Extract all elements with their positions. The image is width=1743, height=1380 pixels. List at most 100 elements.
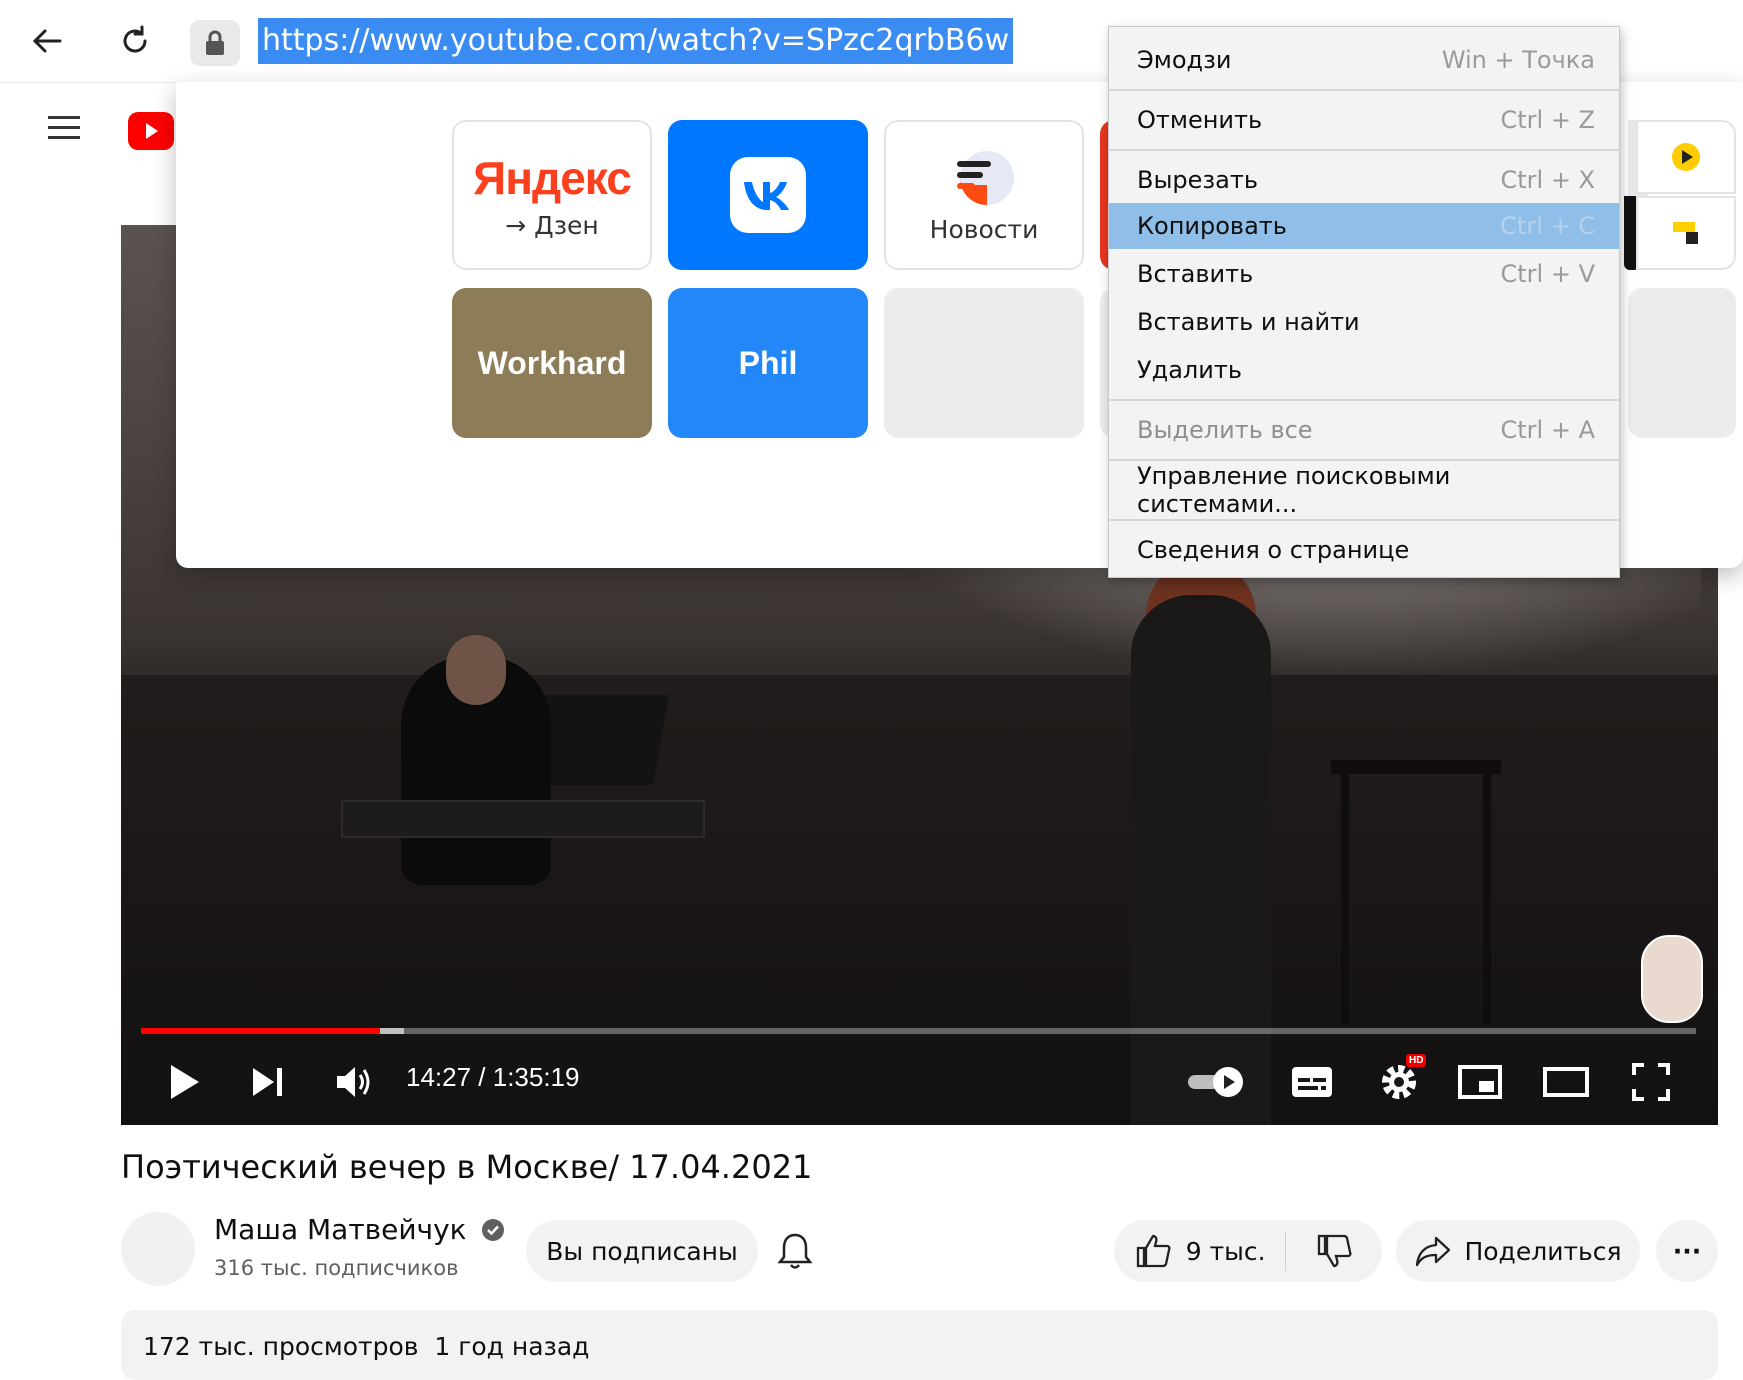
menu-item-emoji[interactable]: Эмодзи Win + Точка <box>1109 37 1619 83</box>
share-label: Поделиться <box>1464 1236 1622 1266</box>
theater-icon <box>1543 1067 1589 1097</box>
channel-name[interactable]: Маша Матвейчук <box>214 1213 505 1246</box>
address-bar-input[interactable]: https://www.youtube.com/watch?v=SPzc2qrb… <box>258 18 1014 64</box>
menu-separator <box>1109 149 1619 151</box>
stage-table <box>1331 760 1501 1034</box>
subscribed-button[interactable]: Вы подписаны <box>526 1220 758 1282</box>
speed-dial-vk[interactable] <box>668 120 868 270</box>
bell-icon <box>777 1233 813 1269</box>
performer-figure <box>1131 595 1271 1125</box>
news-logo-icon <box>957 150 1014 205</box>
menu-item-manage-search-engines[interactable]: Управление поисковыми системами... <box>1109 462 1619 518</box>
play-circle-icon <box>1672 143 1700 171</box>
menu-item-label: Сведения о странице <box>1137 536 1410 564</box>
menu-separator <box>1109 89 1619 91</box>
menu-item-shortcut: Ctrl + X <box>1500 166 1595 194</box>
volume-icon <box>337 1067 370 1097</box>
subscriber-count: 316 тыс. подписчиков <box>214 1256 459 1280</box>
share-icon <box>1416 1236 1451 1267</box>
menu-item-select-all[interactable]: Выделить все Ctrl + A <box>1109 407 1619 453</box>
menu-item-shortcut: Ctrl + V <box>1500 260 1596 288</box>
progress-played <box>141 1028 381 1034</box>
youtube-logo[interactable] <box>128 112 174 150</box>
menu-item-shortcut: Win + Точка <box>1441 46 1595 74</box>
like-button[interactable]: 9 тыс. <box>1114 1231 1287 1271</box>
menu-item-label: Выделить все <box>1137 416 1313 444</box>
menu-item-cut[interactable]: Вырезать Ctrl + X <box>1109 157 1619 203</box>
menu-hamburger-icon[interactable] <box>44 112 84 148</box>
like-dislike-group: 9 тыс. <box>1114 1220 1382 1282</box>
menu-item-label: Вставить <box>1137 260 1254 288</box>
menu-item-label: Удалить <box>1137 356 1242 384</box>
context-menu: Эмодзи Win + Точка Отменить Ctrl + Z Вырез… <box>1108 26 1620 578</box>
channel-name-text: Маша Матвейчук <box>214 1213 467 1246</box>
reload-button[interactable] <box>108 14 162 68</box>
progress-bar[interactable] <box>141 1028 1696 1034</box>
next-icon <box>253 1068 282 1096</box>
menu-item-undo[interactable]: Отменить Ctrl + Z <box>1109 97 1619 143</box>
menu-item-copy[interactable]: Копировать Ctrl + C <box>1109 203 1619 249</box>
menu-item-label: Отменить <box>1137 106 1263 134</box>
vk-logo-icon <box>730 157 806 233</box>
reload-icon <box>123 25 147 53</box>
menu-item-label: Вставить и найти <box>1137 308 1360 336</box>
lock-icon <box>206 30 224 55</box>
volume-button[interactable] <box>330 1058 378 1106</box>
settings-button[interactable]: HD <box>1368 1054 1430 1110</box>
channel-avatar[interactable] <box>121 1212 195 1286</box>
speed-dial-notes-service[interactable] <box>1636 196 1736 270</box>
like-count: 9 тыс. <box>1185 1236 1266 1266</box>
speed-dial-workhard[interactable]: Workhard <box>452 288 652 438</box>
speed-dial-empty[interactable] <box>884 288 1084 438</box>
speed-dial-empty-right[interactable] <box>1628 288 1736 438</box>
menu-item-label: Копировать <box>1137 212 1287 240</box>
dislike-button[interactable] <box>1286 1233 1382 1269</box>
views-and-date: 172 тыс. просмотров 1 год назад <box>143 1332 590 1361</box>
video-title: Поэтический вечер в Москве/ 17.04.2021 <box>121 1148 813 1186</box>
more-actions-button[interactable]: ··· <box>1656 1220 1718 1282</box>
menu-item-paste[interactable]: Вставить Ctrl + V <box>1109 251 1619 297</box>
site-info-button[interactable] <box>190 20 240 66</box>
arrow-left-icon <box>32 29 62 53</box>
menu-separator <box>1109 519 1619 521</box>
speed-dial-label: Новости <box>929 214 1039 244</box>
fullscreen-icon <box>1632 1063 1670 1101</box>
speed-dial-video-service[interactable] <box>1636 120 1736 194</box>
menu-item-page-info[interactable]: Сведения о странице <box>1109 527 1619 573</box>
menu-item-shortcut: Ctrl + A <box>1500 416 1596 444</box>
keyboard-instrument <box>341 800 705 838</box>
menu-item-label: Управление поисковыми системами... <box>1137 462 1451 518</box>
autoplay-toggle[interactable] <box>1184 1058 1248 1106</box>
menu-item-shortcut: Ctrl + Z <box>1500 106 1595 134</box>
menu-item-label: Эмодзи <box>1137 46 1232 74</box>
speed-dial-news[interactable]: Новости <box>884 120 1084 270</box>
time-display: 14:27 / 1:35:19 <box>406 1062 580 1092</box>
speed-dial-label: → Дзен <box>505 210 599 240</box>
speed-dial-phil[interactable]: Phil <box>668 288 868 438</box>
yandex-logo: Яндекс <box>473 151 632 204</box>
share-button[interactable]: Поделиться <box>1396 1220 1640 1282</box>
menu-item-label: Вырезать <box>1137 166 1259 194</box>
back-button[interactable] <box>20 14 74 68</box>
play-button[interactable] <box>160 1058 208 1106</box>
channel-watermark-avatar[interactable] <box>1641 935 1703 1023</box>
theater-mode-button[interactable] <box>1536 1058 1596 1106</box>
menu-item-delete[interactable]: Удалить <box>1109 347 1619 393</box>
miniplayer-button[interactable] <box>1452 1058 1508 1106</box>
menu-item-shortcut: Ctrl + C <box>1500 212 1595 240</box>
pianist-head <box>446 635 506 705</box>
speed-dial-yandex[interactable]: Яндекс → Дзен <box>452 120 652 270</box>
notes-icon <box>1673 222 1698 244</box>
speed-dial-label: Phil <box>738 344 798 381</box>
menu-item-paste-and-search[interactable]: Вставить и найти <box>1109 299 1619 345</box>
fullscreen-button[interactable] <box>1626 1058 1676 1106</box>
thumbs-up-icon <box>1136 1234 1171 1268</box>
play-icon <box>171 1065 199 1099</box>
verified-icon <box>482 1219 505 1241</box>
next-button[interactable] <box>244 1058 292 1106</box>
speed-dial-label: Workhard <box>477 344 627 381</box>
youtube-play-icon <box>146 123 158 139</box>
subtitles-button[interactable] <box>1284 1058 1340 1106</box>
notifications-button[interactable] <box>772 1226 818 1276</box>
subtitles-icon <box>1292 1067 1332 1097</box>
